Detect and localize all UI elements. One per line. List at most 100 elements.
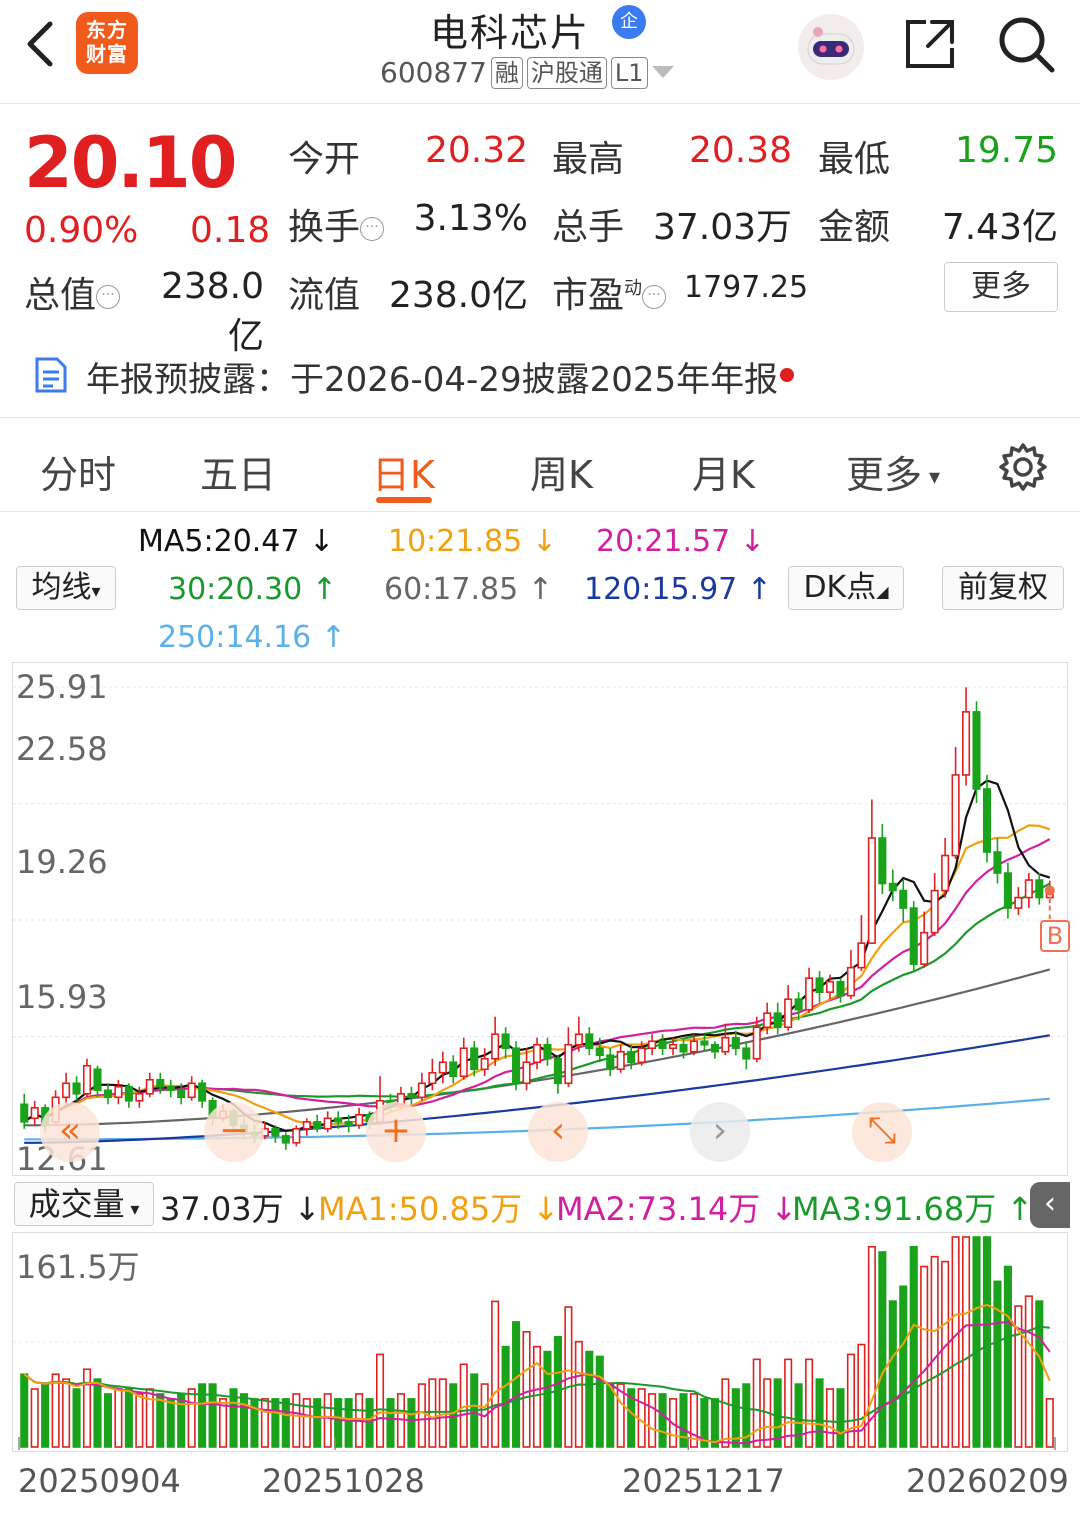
annual-report-notice[interactable]: 年报预披露：于2026-04-29披露2025年年报 xyxy=(0,332,1080,418)
candle xyxy=(103,1083,112,1105)
dk-point-button[interactable]: DK点◢ xyxy=(788,566,904,610)
candle xyxy=(417,1072,426,1101)
tab-five-day[interactable]: 五日 xyxy=(200,444,276,499)
assistant-robot-icon[interactable] xyxy=(796,12,866,82)
candle-body xyxy=(679,1043,688,1053)
candle xyxy=(20,1093,29,1129)
candle xyxy=(606,1048,615,1077)
scroll-far-left-button[interactable]: « xyxy=(40,1102,100,1162)
change-amount: 0.18 xyxy=(190,210,271,251)
candle xyxy=(972,701,981,803)
volume-bar xyxy=(344,1398,353,1448)
candle-body xyxy=(836,980,845,997)
tab-more[interactable]: 更多 ▾ xyxy=(846,444,940,499)
volume-bar xyxy=(909,1245,918,1448)
candle-body xyxy=(888,882,897,892)
volume-bar xyxy=(522,1330,531,1448)
candle xyxy=(93,1065,102,1098)
back-arrow-icon[interactable] xyxy=(18,16,62,72)
volume-bar xyxy=(585,1350,594,1448)
info-icon: ··· xyxy=(360,217,385,241)
candle-body xyxy=(637,1047,646,1064)
tab-daily-k[interactable]: 日K xyxy=(372,444,435,499)
indicator-selector[interactable]: 成交量 ▾ xyxy=(14,1182,154,1226)
candle xyxy=(930,873,939,937)
candle xyxy=(710,1041,719,1059)
tab-intraday[interactable]: 分时 xyxy=(40,444,116,499)
volume-bar xyxy=(721,1378,730,1448)
ma5-value: MA5:20.47 ↓ xyxy=(138,524,335,559)
candle-body xyxy=(710,1043,719,1053)
pe-label[interactable]: 市盈动 ··· xyxy=(552,266,667,318)
volume-bar xyxy=(124,1388,133,1448)
turnover-label[interactable]: 换手 ··· xyxy=(288,198,385,250)
volume-bar xyxy=(292,1393,301,1448)
zoom-in-button[interactable]: + xyxy=(366,1102,426,1162)
candle-body xyxy=(512,1047,521,1085)
zoom-out-button[interactable]: − xyxy=(204,1102,264,1162)
candle-body xyxy=(302,1121,311,1130)
candle-body xyxy=(794,998,803,1011)
candle-body xyxy=(124,1085,133,1102)
tab-weekly-k[interactable]: 周K xyxy=(530,444,593,499)
open-label: 今开 xyxy=(288,139,361,180)
document-icon xyxy=(35,357,67,393)
buy-signal-marker[interactable]: B xyxy=(1040,920,1070,952)
search-icon[interactable] xyxy=(996,14,1056,74)
price-axis-label: 15.93 xyxy=(16,978,108,1016)
volume-bar xyxy=(334,1398,343,1448)
more-quote-button[interactable]: 更多 xyxy=(944,262,1058,312)
candle-body xyxy=(606,1054,615,1071)
settings-gear-icon[interactable] xyxy=(998,442,1048,492)
candle-body xyxy=(145,1078,154,1095)
share-icon[interactable] xyxy=(902,16,958,72)
volume-bar xyxy=(606,1383,615,1448)
volume-bar xyxy=(501,1345,510,1448)
candle xyxy=(909,901,918,972)
tab-monthly-k[interactable]: 月K xyxy=(692,444,755,499)
candle xyxy=(1014,887,1023,916)
ma20-value: 20:21.57 ↓ xyxy=(596,524,765,559)
candle xyxy=(407,1086,416,1105)
ma-selector[interactable]: 均线▾ xyxy=(16,566,116,610)
volume-bar xyxy=(30,1388,39,1448)
candle-body xyxy=(177,1089,186,1099)
stock-code-row[interactable]: 600877 融 沪股通 L1 xyxy=(380,56,674,89)
volume-bar xyxy=(941,1260,950,1448)
volume-bar xyxy=(679,1393,688,1448)
float-label: 流值 xyxy=(288,275,361,316)
candle xyxy=(805,967,814,1014)
candle xyxy=(72,1076,81,1101)
volume-bar xyxy=(407,1398,416,1448)
scroll-right-button[interactable]: › xyxy=(690,1102,750,1162)
candlestick-chart[interactable] xyxy=(12,662,1068,1176)
candle xyxy=(742,1041,751,1070)
candle xyxy=(658,1034,667,1056)
volume-label: 总手 xyxy=(552,207,625,248)
candle-body xyxy=(459,1047,468,1078)
candle xyxy=(784,985,793,1031)
collapse-panel-button[interactable]: ‹ xyxy=(1030,1182,1070,1228)
volume-bar xyxy=(417,1383,426,1448)
candle xyxy=(846,950,855,1000)
candle-body xyxy=(825,980,835,993)
date-label: 20260209 xyxy=(906,1462,1069,1500)
candle-body xyxy=(543,1043,552,1060)
date-label: 20251217 xyxy=(622,1462,785,1500)
scroll-left-button[interactable]: ‹ xyxy=(528,1102,588,1162)
pe-value: 1797.25 xyxy=(684,270,809,305)
candle-body xyxy=(982,788,992,853)
volume-bar xyxy=(93,1378,102,1448)
volume-bar xyxy=(982,1236,992,1448)
adjust-mode-button[interactable]: 前复权 xyxy=(942,566,1064,610)
candle-body xyxy=(993,851,1002,874)
tag-margin: 融 xyxy=(490,56,523,89)
mktcap-label[interactable]: 总值 ··· xyxy=(24,266,121,318)
volume-bar xyxy=(281,1398,290,1448)
fullscreen-icon[interactable]: ⤡ xyxy=(852,1102,912,1162)
volume-ma3: MA3:91.68万 ↑ xyxy=(792,1190,1034,1228)
candle-body xyxy=(355,1114,364,1127)
volume-axis-max: 161.5万 xyxy=(16,1248,140,1286)
volume-chart[interactable] xyxy=(12,1232,1068,1452)
candle-body xyxy=(815,977,824,993)
